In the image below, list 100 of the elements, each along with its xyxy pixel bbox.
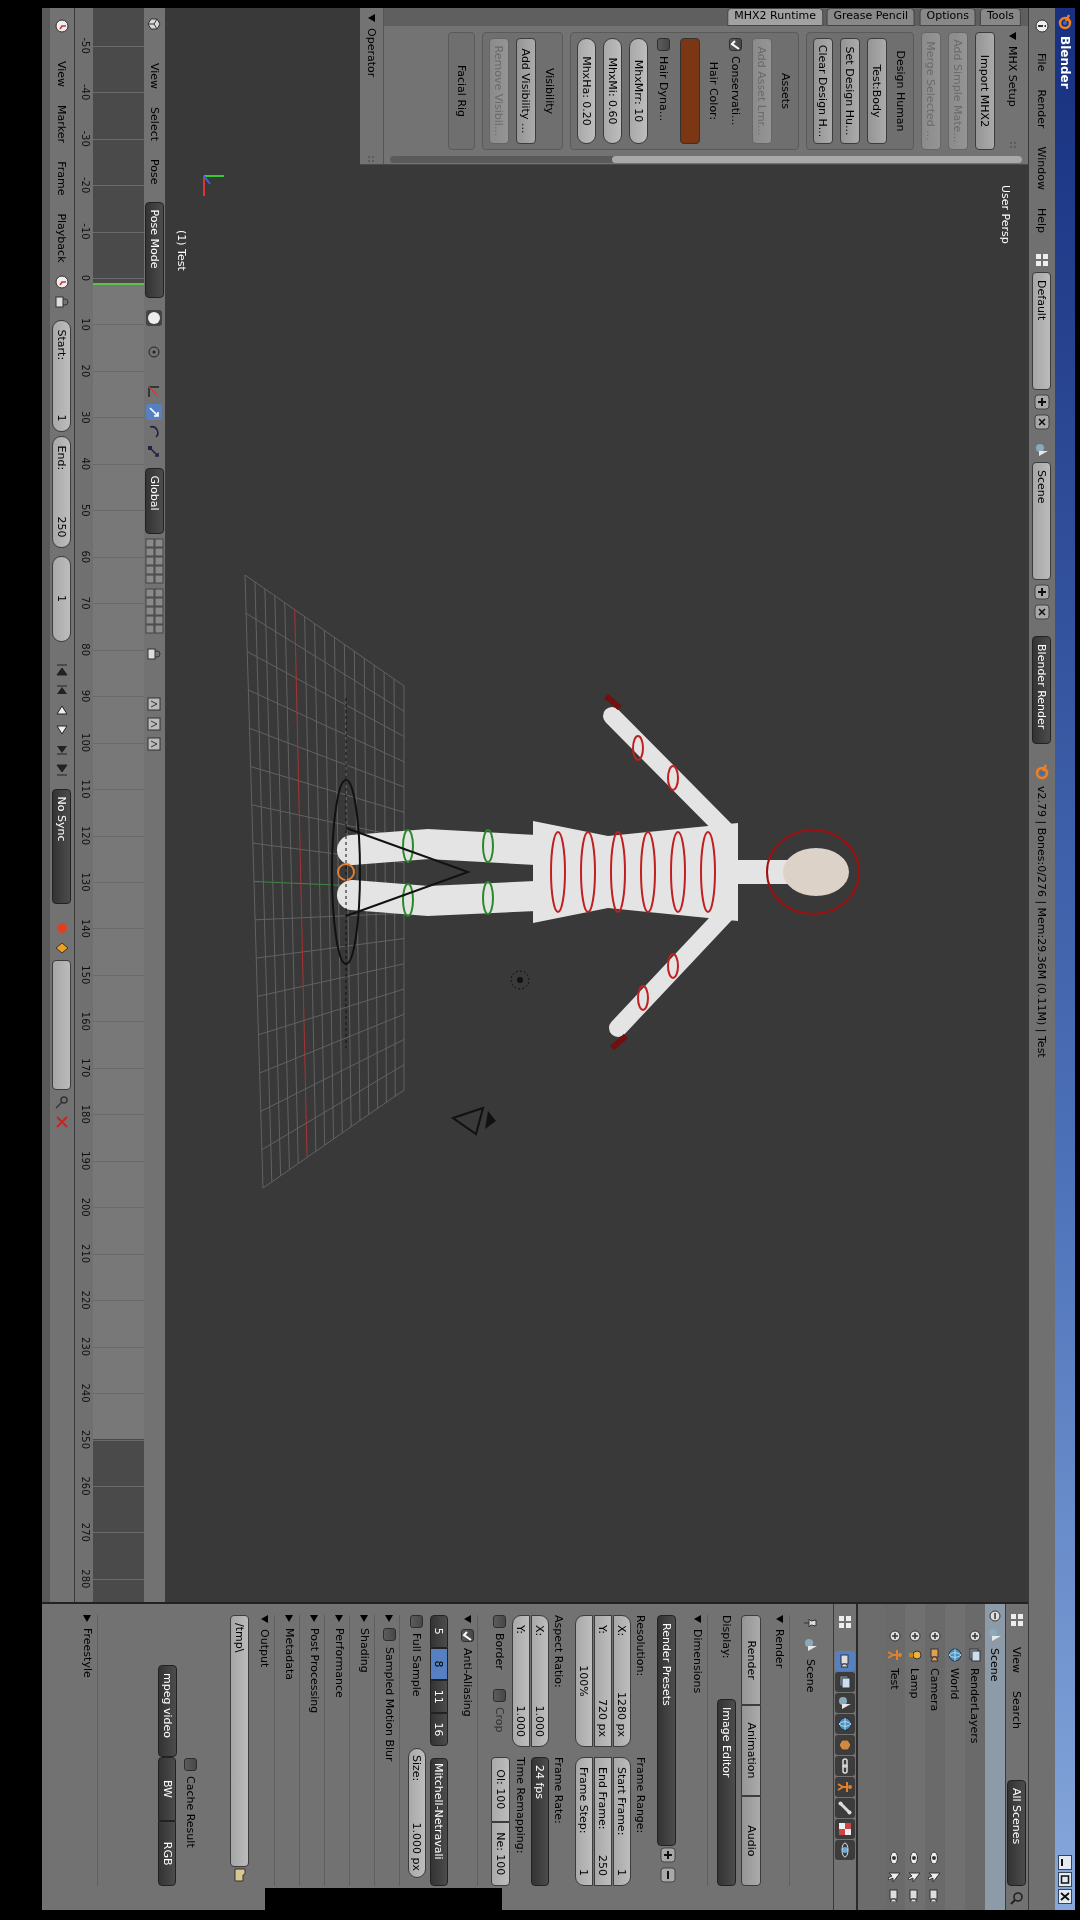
scene-filter-dropdown[interactable]: All Scenes [1007, 1779, 1027, 1886]
arrow-icon[interactable] [146, 403, 163, 420]
expand-icon[interactable] [909, 1630, 921, 1642]
stick-figure-icon[interactable] [835, 1777, 855, 1797]
add-icon[interactable] [1034, 394, 1050, 411]
disclosure-triangle-icon[interactable] [1009, 32, 1017, 40]
selectable-icon[interactable] [928, 1869, 942, 1883]
jump-end-icon[interactable] [53, 761, 71, 779]
presets-dropdown[interactable]: Render Presets [657, 1615, 676, 1846]
color-mode-button[interactable]: RGB [158, 1821, 177, 1886]
lock-icon[interactable] [146, 645, 163, 662]
disclosure-triangle-icon[interactable] [261, 1615, 268, 1623]
tool-button[interactable]: Set Design Hu... [840, 38, 860, 144]
scene-icon[interactable] [835, 1693, 855, 1713]
checkbox[interactable] [729, 38, 743, 51]
outliner-row[interactable]: Scene [985, 1604, 1005, 1910]
number-field[interactable]: MhxMrr: 10 [629, 38, 648, 144]
size-field[interactable]: Size: 1.000 px [408, 1748, 426, 1878]
close-icon[interactable] [1058, 1889, 1072, 1904]
scrollbar[interactable] [390, 156, 1022, 163]
color-swatch[interactable] [680, 38, 700, 144]
add-icon[interactable] [1034, 584, 1050, 601]
cube-icon[interactable] [835, 1735, 855, 1755]
pivot-icon[interactable] [146, 343, 163, 360]
layer-grid-icon[interactable] [145, 587, 164, 634]
menu-item[interactable]: Pose [148, 152, 161, 192]
end-frame-field[interactable]: End: 250 [52, 435, 72, 548]
sphere-icon[interactable] [146, 309, 163, 326]
number-field[interactable]: X: 1280 px [613, 1615, 631, 1747]
sync-dropdown[interactable]: No Sync [52, 788, 72, 904]
tool-button[interactable]: Test:Body [867, 38, 887, 144]
selectable-icon[interactable] [908, 1869, 922, 1883]
render-button[interactable]: Render [741, 1615, 762, 1706]
mode-dropdown[interactable]: Pose Mode [145, 201, 164, 298]
checkbox[interactable] [383, 1628, 396, 1641]
pose-copy-icon[interactable] [146, 695, 163, 712]
outliner-row[interactable]: Lamp [905, 1604, 925, 1910]
tool-button[interactable]: Import MHX2 [975, 32, 995, 150]
tool-tab[interactable]: Options [919, 8, 976, 26]
disclosure-triangle-icon[interactable] [285, 1615, 294, 1622]
menu-item[interactable]: View [1010, 1640, 1024, 1681]
number-field[interactable]: Y: 720 px [594, 1615, 612, 1747]
menu-item[interactable]: Marker [55, 98, 69, 151]
display-dropdown[interactable]: Image Editor [717, 1699, 736, 1886]
menu-item[interactable]: Frame [55, 154, 69, 203]
checker-icon[interactable] [835, 1819, 855, 1839]
render-button[interactable]: Audio [741, 1795, 762, 1886]
layout-icon[interactable] [1034, 252, 1050, 269]
checkbox[interactable] [493, 1615, 507, 1628]
menu-item[interactable]: Playback [55, 206, 69, 270]
tool-tab[interactable]: Tools [979, 8, 1021, 26]
close-icon[interactable] [1034, 414, 1050, 431]
format-dropdown[interactable]: mpeg video [158, 1665, 177, 1757]
lock-icon[interactable] [54, 293, 70, 310]
insert-key-icon[interactable] [54, 1093, 70, 1110]
menu-item[interactable]: View [148, 56, 161, 97]
start-frame-field[interactable]: Start: 1 [52, 319, 72, 432]
menu-item[interactable]: Help [1035, 200, 1049, 241]
grip-icon[interactable] [366, 154, 377, 164]
frame-rate-dropdown[interactable]: 24 fps [531, 1757, 549, 1886]
disclosure-triangle-icon[interactable] [368, 14, 375, 22]
scene-icon[interactable] [1034, 442, 1050, 459]
disclosure-triangle-icon[interactable] [694, 1615, 701, 1623]
remove-icon[interactable] [657, 1867, 676, 1886]
checkbox[interactable] [657, 38, 671, 51]
globe-icon[interactable] [835, 1714, 855, 1734]
sample-button[interactable]: 11 [430, 1680, 448, 1714]
number-field[interactable]: MhxHa: 0.20 [577, 38, 596, 144]
checkbox[interactable] [410, 1615, 424, 1628]
number-field[interactable]: Y: 1.000 [512, 1615, 530, 1747]
current-frame-field[interactable]: 1 [52, 555, 72, 642]
maximize-icon[interactable] [1058, 1872, 1072, 1887]
number-field[interactable]: Ne: 100 [491, 1821, 510, 1886]
checkbox[interactable] [184, 1758, 198, 1771]
number-field[interactable]: End Frame: 250 [594, 1757, 612, 1886]
image-stack-icon[interactable] [835, 1672, 855, 1692]
number-field[interactable]: MhxMi: 0.60 [603, 38, 622, 144]
sample-button[interactable]: 8 [430, 1647, 448, 1681]
disclosure-triangle-icon[interactable] [360, 1615, 369, 1622]
pose-flip-icon[interactable] [146, 735, 163, 752]
checkbox[interactable] [461, 1629, 474, 1642]
expand-icon[interactable] [889, 1630, 901, 1642]
number-field[interactable]: Start Frame: 1 [613, 1757, 631, 1886]
layer-grid-icon[interactable] [145, 537, 164, 584]
menu-item[interactable]: Render [1035, 82, 1049, 136]
camera-icon[interactable] [835, 1651, 855, 1671]
sample-button[interactable]: 16 [430, 1713, 448, 1746]
jump-start-icon[interactable] [53, 661, 71, 679]
pose-paste-icon[interactable] [146, 715, 163, 732]
disclosure-triangle-icon[interactable] [310, 1615, 319, 1622]
keying-set-field[interactable] [52, 959, 72, 1090]
menu-item[interactable]: Search [1010, 1684, 1024, 1736]
number-field[interactable]: Frame Step: 1 [575, 1757, 593, 1886]
tool-tab[interactable]: Grease Pencil [827, 8, 916, 26]
collapse-icon[interactable] [989, 1610, 1001, 1622]
sample-button[interactable]: 5 [430, 1615, 448, 1648]
disclosure-triangle-icon[interactable] [776, 1615, 783, 1623]
close-icon[interactable] [1034, 604, 1050, 621]
menu-item[interactable]: Select [148, 100, 161, 149]
number-field[interactable]: X: 1.000 [531, 1615, 549, 1747]
